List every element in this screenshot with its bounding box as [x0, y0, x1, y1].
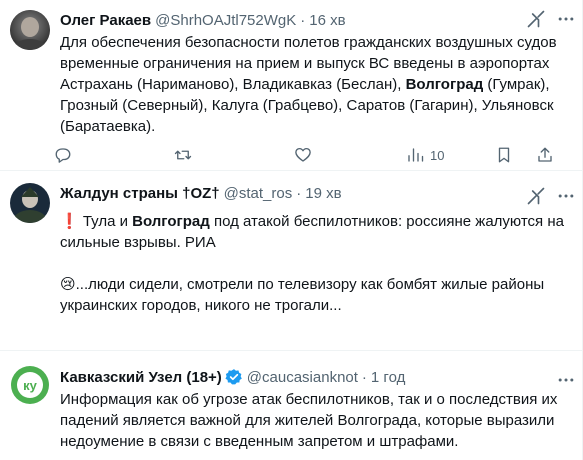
avatar[interactable]: ку: [10, 365, 50, 405]
tweet-card[interactable]: Олег Ракаев @ShrhOAJtl752WgK · 16 хв Для…: [0, 0, 583, 171]
retweet-icon: [174, 150, 192, 160]
like-icon: [295, 147, 311, 162]
separator-dot: ·: [296, 184, 302, 202]
bookmark-icon: [498, 147, 510, 163]
avatar[interactable]: [10, 10, 50, 50]
verified-icon: [225, 369, 242, 385]
tweet-text: Для обеспечения безопасности полетов гра…: [60, 34, 557, 135]
more-icon[interactable]: [556, 186, 576, 206]
author-name[interactable]: Олег Ракаев: [60, 12, 151, 29]
reply-icon: [55, 148, 71, 163]
like-button[interactable]: [294, 145, 312, 165]
tweet-card[interactable]: ку Кавказский Узел (18+) @caucasianknot …: [0, 351, 583, 460]
author-handle[interactable]: @stat_ros: [224, 185, 293, 202]
views-count: 10: [430, 147, 445, 163]
tweet-text-paragraph: 😢...люди сидели, смотрели по телевизору …: [60, 276, 545, 314]
author-handle[interactable]: @caucasianknot: [247, 369, 358, 386]
bookmark-button[interactable]: [495, 145, 513, 165]
tweet-text: ❗ Тула и Волгоград под атакой беспилотни…: [60, 213, 564, 251]
separator-dot: ·: [361, 368, 367, 386]
timestamp[interactable]: 19 хв: [305, 185, 341, 202]
timestamp[interactable]: 16 хв: [309, 12, 345, 29]
author-name[interactable]: Кавказский Узел (18+): [60, 369, 222, 386]
tweet-text: Информация как об угрозе атак беспилотни…: [60, 391, 558, 450]
share-icon: [538, 147, 552, 162]
author-handle[interactable]: @ShrhOAJtl752WgK: [155, 12, 296, 29]
more-icon[interactable]: [556, 9, 576, 29]
views-icon: [408, 148, 424, 162]
avatar[interactable]: [10, 183, 50, 223]
views-button[interactable]: 10: [406, 145, 444, 165]
reply-button[interactable]: [54, 145, 72, 165]
tweet-header: Кавказский Узел (18+) @caucasianknot · 1…: [60, 367, 405, 387]
more-icon[interactable]: [556, 370, 576, 390]
tweet-card[interactable]: Жалдун страны †ОZ† @stat_ros · 19 хв ❗ Т…: [0, 171, 583, 351]
retweet-button[interactable]: [174, 145, 192, 165]
svg-text:ку: ку: [23, 378, 38, 393]
grok-icon[interactable]: [526, 9, 546, 29]
separator-dot: ·: [300, 11, 306, 29]
tweet-header: Олег Ракаев @ShrhOAJtl752WgK · 16 хв: [60, 10, 346, 30]
grok-icon[interactable]: [526, 186, 546, 206]
timestamp[interactable]: 1 год: [371, 369, 405, 386]
author-name[interactable]: Жалдун страны †ОZ†: [60, 185, 220, 202]
tweet-header: Жалдун страны †ОZ† @stat_ros · 19 хв: [60, 183, 342, 203]
share-button[interactable]: [536, 145, 554, 165]
